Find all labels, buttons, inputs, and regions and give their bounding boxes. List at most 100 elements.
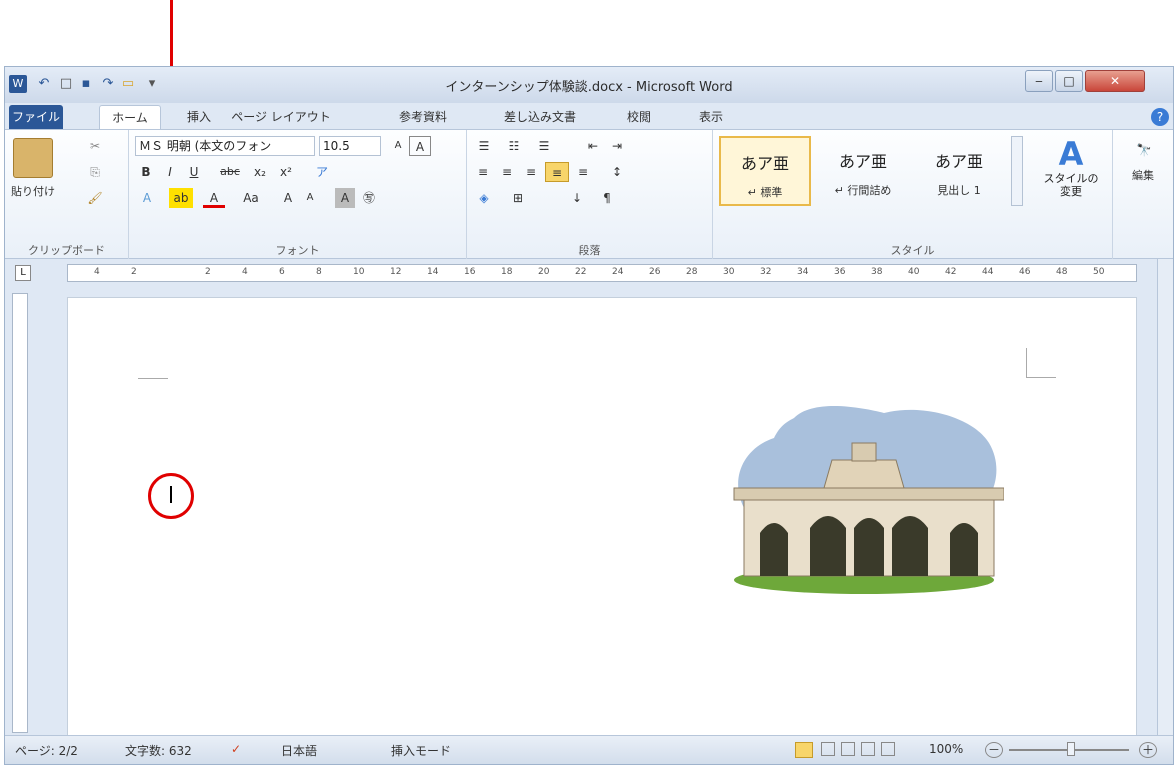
minimize-button[interactable]: ‒ <box>1025 70 1053 92</box>
ruler-tick-label: 16 <box>464 267 476 277</box>
center-button[interactable]: ≡ <box>497 162 517 182</box>
ruler-tick-label: 44 <box>982 267 994 277</box>
distributed-button[interactable]: ≡ <box>573 162 593 182</box>
style-sample: あア亜 <box>934 152 983 171</box>
font-name-select[interactable]: ＭＳ 明朝 (本文のフォン <box>135 136 315 156</box>
style-sample: あア亜 <box>740 154 789 173</box>
draft-icon[interactable] <box>881 742 895 756</box>
ruler-tick-label: 6 <box>279 267 285 277</box>
line-spacing-button[interactable]: ↕ <box>607 162 627 182</box>
format-painter-icon[interactable]: 🖌 <box>85 188 105 208</box>
insert-mode[interactable]: 挿入モード <box>391 742 451 759</box>
styles-group-label: スタイル <box>890 244 935 257</box>
proofing-icon[interactable]: ✓ <box>231 742 241 756</box>
close-button[interactable]: ✕ <box>1085 70 1145 92</box>
highlight-button[interactable]: ab <box>169 188 193 208</box>
enclose-characters-button[interactable]: ㊢ <box>359 188 379 208</box>
tab-home[interactable]: ホーム <box>99 105 161 129</box>
decrease-indent-button[interactable]: ⇤ <box>583 136 603 156</box>
full-screen-reading-icon[interactable] <box>821 742 835 756</box>
copy-icon[interactable]: ⎘ <box>85 162 105 182</box>
superscript-button[interactable]: x² <box>275 162 297 182</box>
change-case-button[interactable]: Aa <box>237 188 265 208</box>
tab-page-layout[interactable]: ページ レイアウト <box>231 105 331 129</box>
zoom-slider-thumb[interactable] <box>1067 742 1075 756</box>
zoom-level[interactable]: 100% <box>929 742 963 756</box>
paragraph-group: ☰ ☷ ☰ ⇤ ⇥ ≡ ≡ ≡ ≡ ≡ ↕ ◈ ⊞ ↓ ¶ 段落 <box>467 130 713 260</box>
web-layout-icon[interactable] <box>841 742 855 756</box>
status-bar: ページ: 2/2 文字数: 632 ✓ 日本語 挿入モード 100% － ＋ <box>5 735 1173 764</box>
maximize-button[interactable]: □ <box>1055 70 1083 92</box>
multilevel-list-button[interactable]: ☰ <box>533 136 555 156</box>
clipboard-group: 貼り付け ✂ ⎘ 🖌 クリップボード <box>5 130 129 260</box>
borders-button[interactable]: ⊞ <box>507 188 529 208</box>
change-styles-icon: A <box>1058 135 1084 173</box>
sort-button[interactable]: ↓ <box>567 188 587 208</box>
italic-button[interactable]: I <box>161 162 179 182</box>
justify-button[interactable]: ≡ <box>545 162 569 182</box>
zoom-out-button[interactable]: － <box>985 742 1003 758</box>
ruler-tick-label: 40 <box>908 267 920 277</box>
tab-references[interactable]: 参考資料 <box>391 105 455 129</box>
gate-top <box>851 442 877 462</box>
paste-icon[interactable] <box>13 138 53 178</box>
change-styles-button[interactable]: A スタイルの 変更 <box>1041 136 1101 198</box>
bold-button[interactable]: B <box>137 162 155 182</box>
font-color-button[interactable]: A <box>203 188 225 208</box>
underline-button[interactable]: U <box>185 162 203 182</box>
ruler-tick-label: 42 <box>945 267 957 277</box>
cut-icon[interactable]: ✂ <box>85 136 105 156</box>
text-effects-button[interactable]: A <box>137 188 157 208</box>
clear-format-button[interactable]: A <box>409 136 431 156</box>
ruler-tick-label: 36 <box>834 267 846 277</box>
paste-button[interactable]: 貼り付け <box>5 182 61 202</box>
zoom-in-button[interactable]: ＋ <box>1139 742 1157 758</box>
ruler-tick-label: 46 <box>1019 267 1031 277</box>
outline-icon[interactable] <box>861 742 875 756</box>
strikethrough-button[interactable]: abc <box>217 162 243 182</box>
language[interactable]: 日本語 <box>281 742 317 759</box>
arch-4 <box>892 516 928 576</box>
grow-font-size-button[interactable]: A <box>279 188 297 208</box>
word-count[interactable]: 文字数: 632 <box>125 742 192 759</box>
style-heading-1[interactable]: あア亜 見出し 1 <box>913 136 1005 206</box>
styles-scroll[interactable] <box>1011 136 1023 206</box>
subscript-button[interactable]: x₂ <box>249 162 271 182</box>
tab-mailings[interactable]: 差し込み文書 <box>495 105 585 129</box>
ruler-tick-label: 10 <box>353 267 365 277</box>
align-left-button[interactable]: ≡ <box>473 162 493 182</box>
page-count[interactable]: ページ: 2/2 <box>15 742 78 759</box>
find-icon[interactable]: 🔭 <box>1129 140 1159 160</box>
tab-file[interactable]: ファイル <box>9 105 63 129</box>
print-layout-icon[interactable] <box>795 742 813 758</box>
title-bar: W ↶ □ ▪ ↷ ▭ ▾ インターンシップ体験談.docx - Microso… <box>5 67 1173 103</box>
style-sample: あア亜 <box>838 152 887 171</box>
show-marks-button[interactable]: ¶ <box>597 188 617 208</box>
numbering-button[interactable]: ☷ <box>503 136 525 156</box>
style-no-spacing[interactable]: あア亜 ↵ 行間詰め <box>817 136 909 206</box>
grow-font-button[interactable]: A <box>387 136 409 156</box>
align-right-button[interactable]: ≡ <box>521 162 541 182</box>
gate-image[interactable] <box>724 398 1004 598</box>
character-shading-button[interactable]: A <box>335 188 355 208</box>
phonetic-guide-button[interactable]: ア <box>311 162 333 182</box>
document-page[interactable] <box>67 297 1137 737</box>
ruler-tick-label: 4 <box>242 267 248 277</box>
help-icon[interactable]: ? <box>1151 108 1169 126</box>
increase-indent-button[interactable]: ⇥ <box>607 136 627 156</box>
font-size-select[interactable]: 10.5 <box>319 136 381 156</box>
vertical-scrollbar[interactable] <box>1157 259 1173 737</box>
editing-group: 🔭 編集 <box>1113 130 1173 260</box>
tab-view[interactable]: 表示 <box>691 105 731 129</box>
style-normal[interactable]: あア亜 ↵ 標準 <box>719 136 811 206</box>
bullets-button[interactable]: ☰ <box>473 136 495 156</box>
tab-insert[interactable]: 挿入 <box>177 105 221 129</box>
shrink-font-size-button[interactable]: A <box>301 188 319 208</box>
editing-button[interactable]: 編集 <box>1123 166 1163 186</box>
tab-review[interactable]: 校閲 <box>619 105 659 129</box>
ruler-tick-label: 20 <box>538 267 550 277</box>
tab-selector[interactable]: L <box>15 265 31 281</box>
shading-button[interactable]: ◈ <box>473 188 495 208</box>
ruler-tick-label: 24 <box>612 267 624 277</box>
text-cursor <box>170 486 172 503</box>
